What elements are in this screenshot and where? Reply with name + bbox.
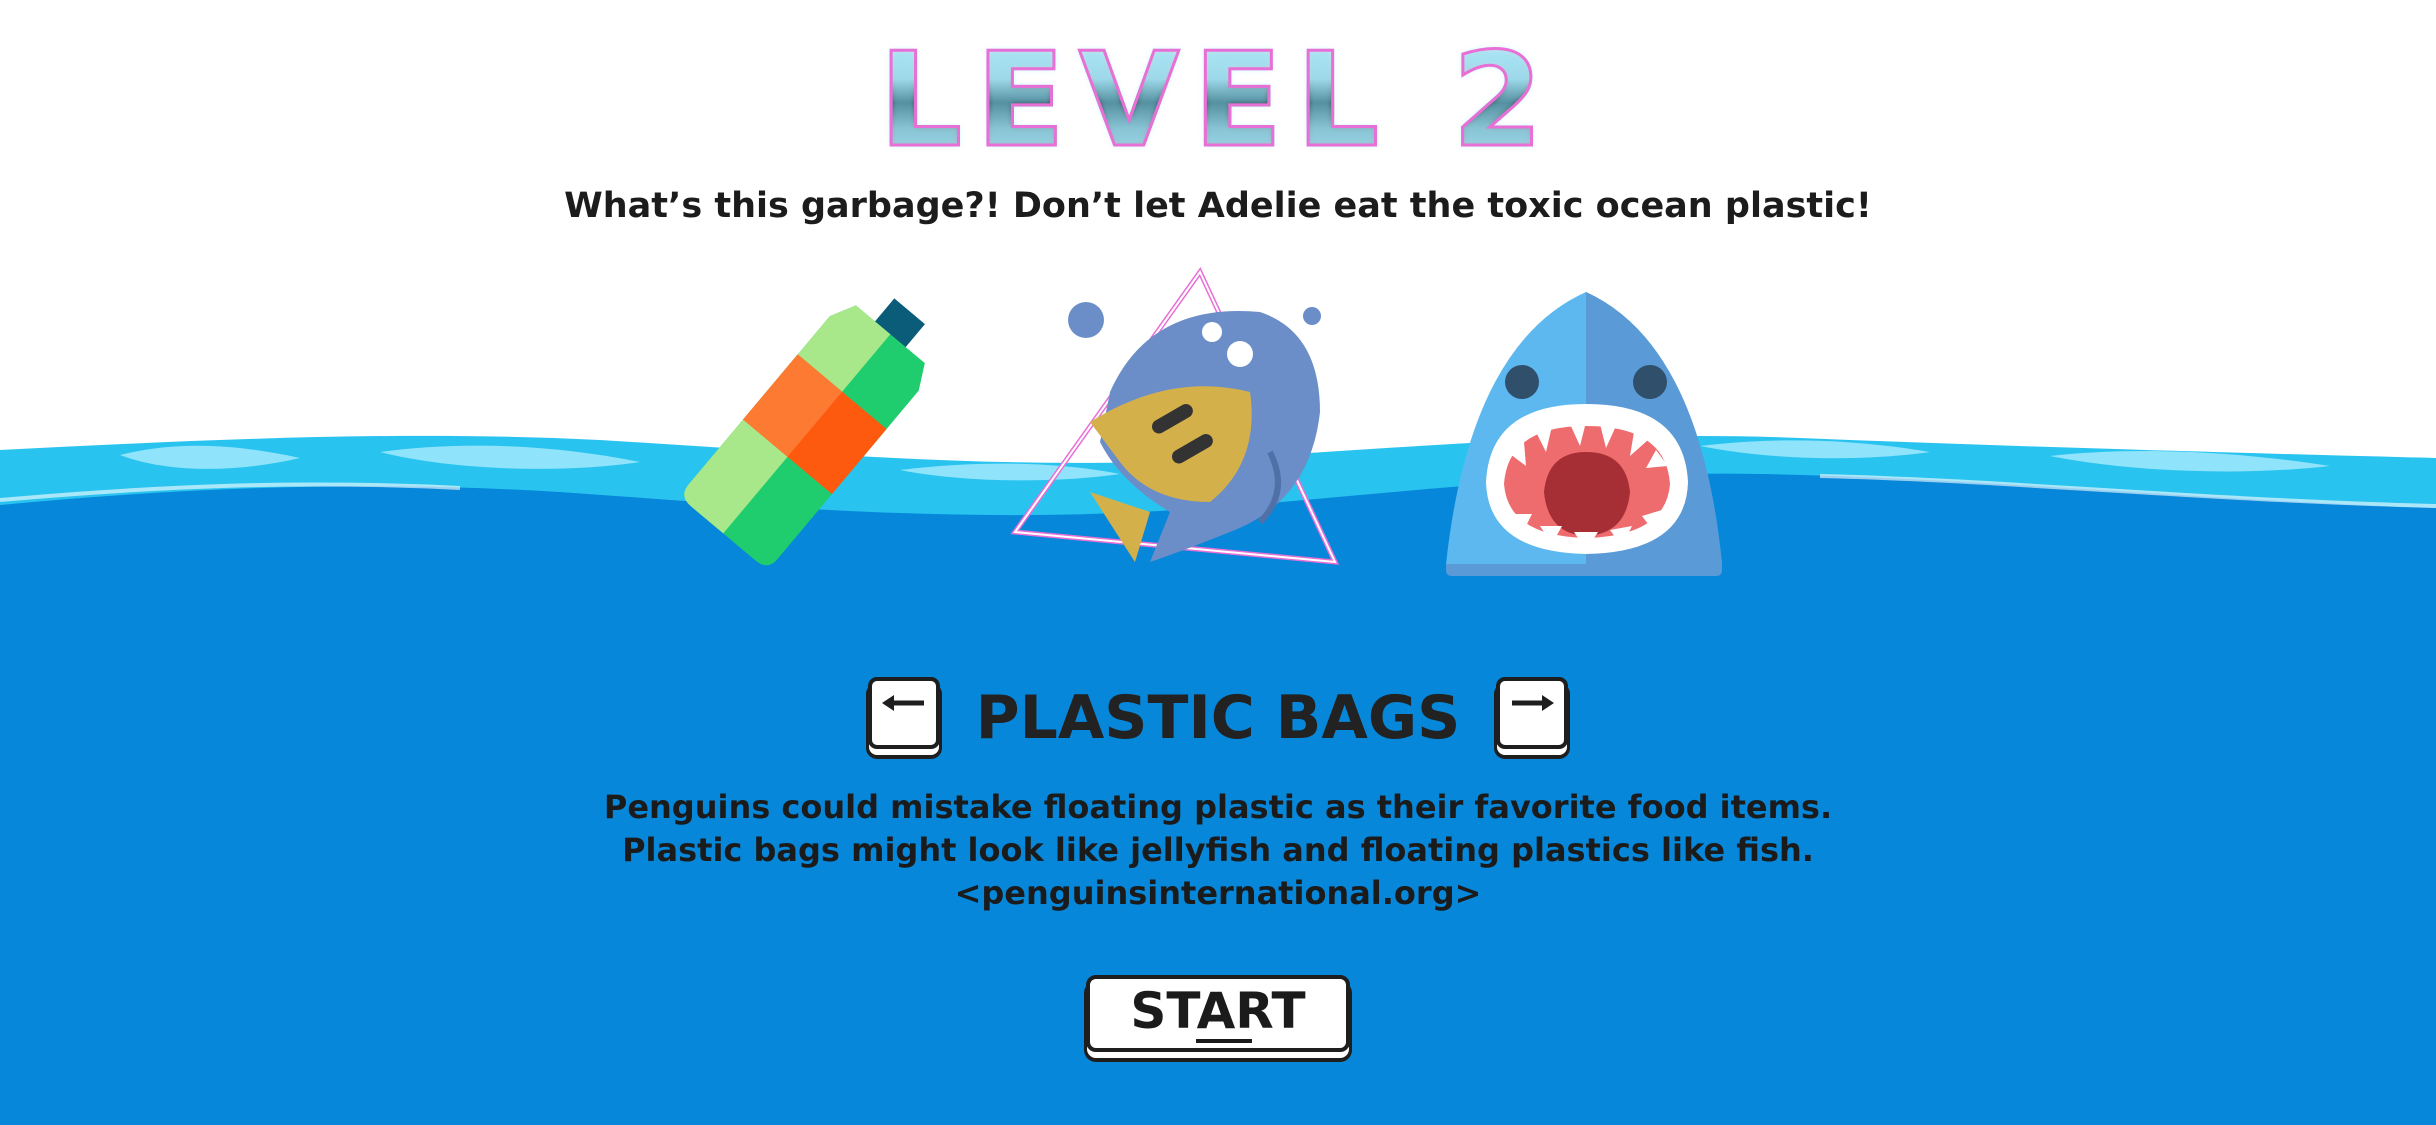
plastic-bottle-icon bbox=[684, 298, 925, 566]
right-arrow-key-icon bbox=[1512, 695, 1554, 711]
description-source-link[interactable]: <penguinsinternational.org> bbox=[0, 872, 2436, 915]
start-button[interactable]: START bbox=[1086, 975, 1350, 1052]
shark-icon bbox=[1446, 292, 1722, 576]
start-button-label: START bbox=[1130, 982, 1306, 1040]
level-subtitle: What’s this garbage?! Don’t let Adelie e… bbox=[564, 186, 1872, 226]
description-line-1: Penguins could mistake floating plastic … bbox=[603, 788, 1833, 826]
start-underline bbox=[1196, 1039, 1252, 1043]
game-scene: LEVEL 2 What’s this garbage?! Don’t let … bbox=[0, 0, 2436, 1125]
level-title: LEVEL 2 bbox=[0, 29, 2436, 172]
item-title: PLASTIC BAGS bbox=[975, 683, 1461, 753]
next-item-button[interactable] bbox=[1496, 677, 1568, 749]
item-description: Penguins could mistake floating plastic … bbox=[0, 786, 2436, 915]
description-line-2: Plastic bags might look like jellyfish a… bbox=[622, 831, 1814, 869]
fish-icon bbox=[1010, 267, 1340, 565]
